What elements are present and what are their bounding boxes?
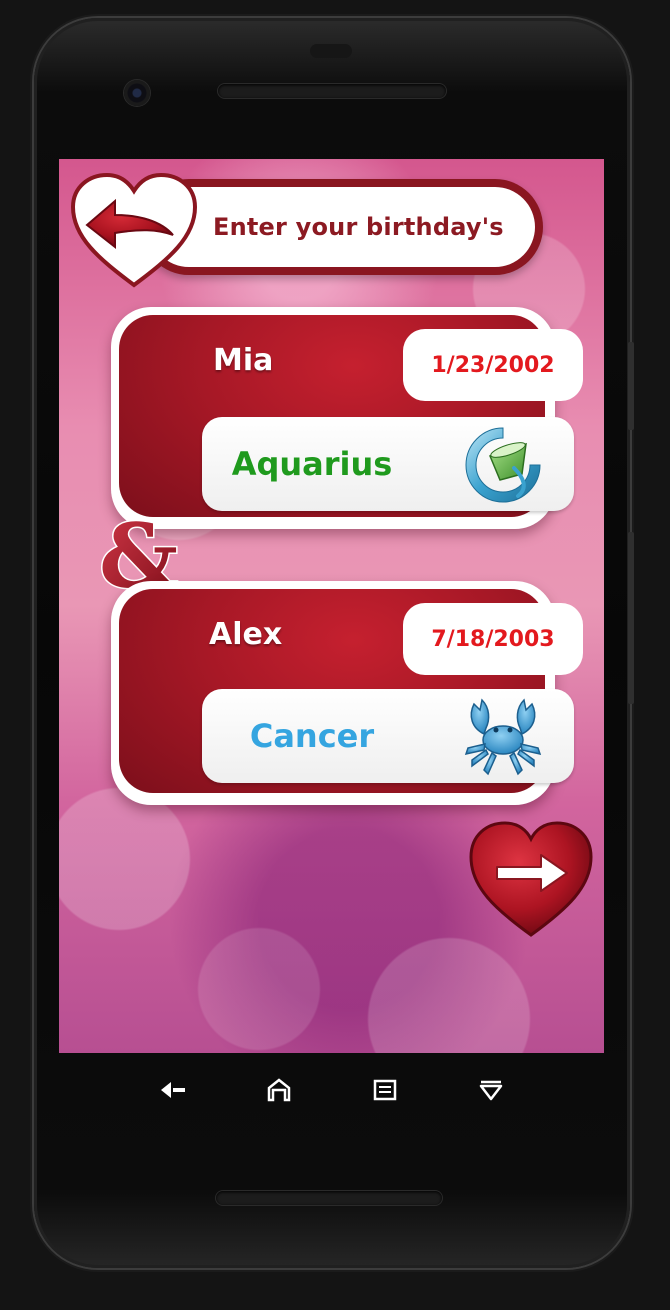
back-icon[interactable] [155,1072,191,1108]
person1-name[interactable]: Mia [213,343,273,378]
person1-card: Mia 1/23/2002 Aquarius [111,307,583,529]
header-bar: Enter your birthday's [141,179,543,275]
person1-sign-box: Aquarius [202,417,574,511]
person2-sign-name: Cancer [249,717,375,755]
system-nav-bar [59,1068,604,1112]
volume-rocker [628,532,634,704]
home-icon[interactable] [261,1072,297,1108]
top-speaker-grille [218,84,446,98]
page-title: Enter your birthday's [213,213,504,241]
front-camera [124,80,150,106]
aquarius-icon [465,427,541,503]
header-panel: Enter your birthday's [149,187,535,267]
person2-card: Alex 7/18/2003 Cancer [111,581,583,805]
person2-birthday-field[interactable]: 7/18/2003 [403,603,583,675]
person2-sign-box: Cancer [202,689,574,783]
back-arrow-heart-icon[interactable] [69,171,199,289]
person2-name[interactable]: Alex [209,617,282,652]
recents-icon[interactable] [367,1072,403,1108]
person1-sign-name: Aquarius [231,445,393,483]
person1-birthday-field[interactable]: 1/23/2002 [403,329,583,401]
next-arrow-heart-icon[interactable] [469,819,593,939]
earpiece [310,44,352,58]
power-button [628,342,634,430]
app-screen: Enter your birthday's Mia 1/23/2002 Aqua… [59,159,604,1053]
cancer-crab-icon [464,698,542,776]
notifications-icon[interactable] [473,1072,509,1108]
bottom-speaker-grille [216,1191,442,1205]
